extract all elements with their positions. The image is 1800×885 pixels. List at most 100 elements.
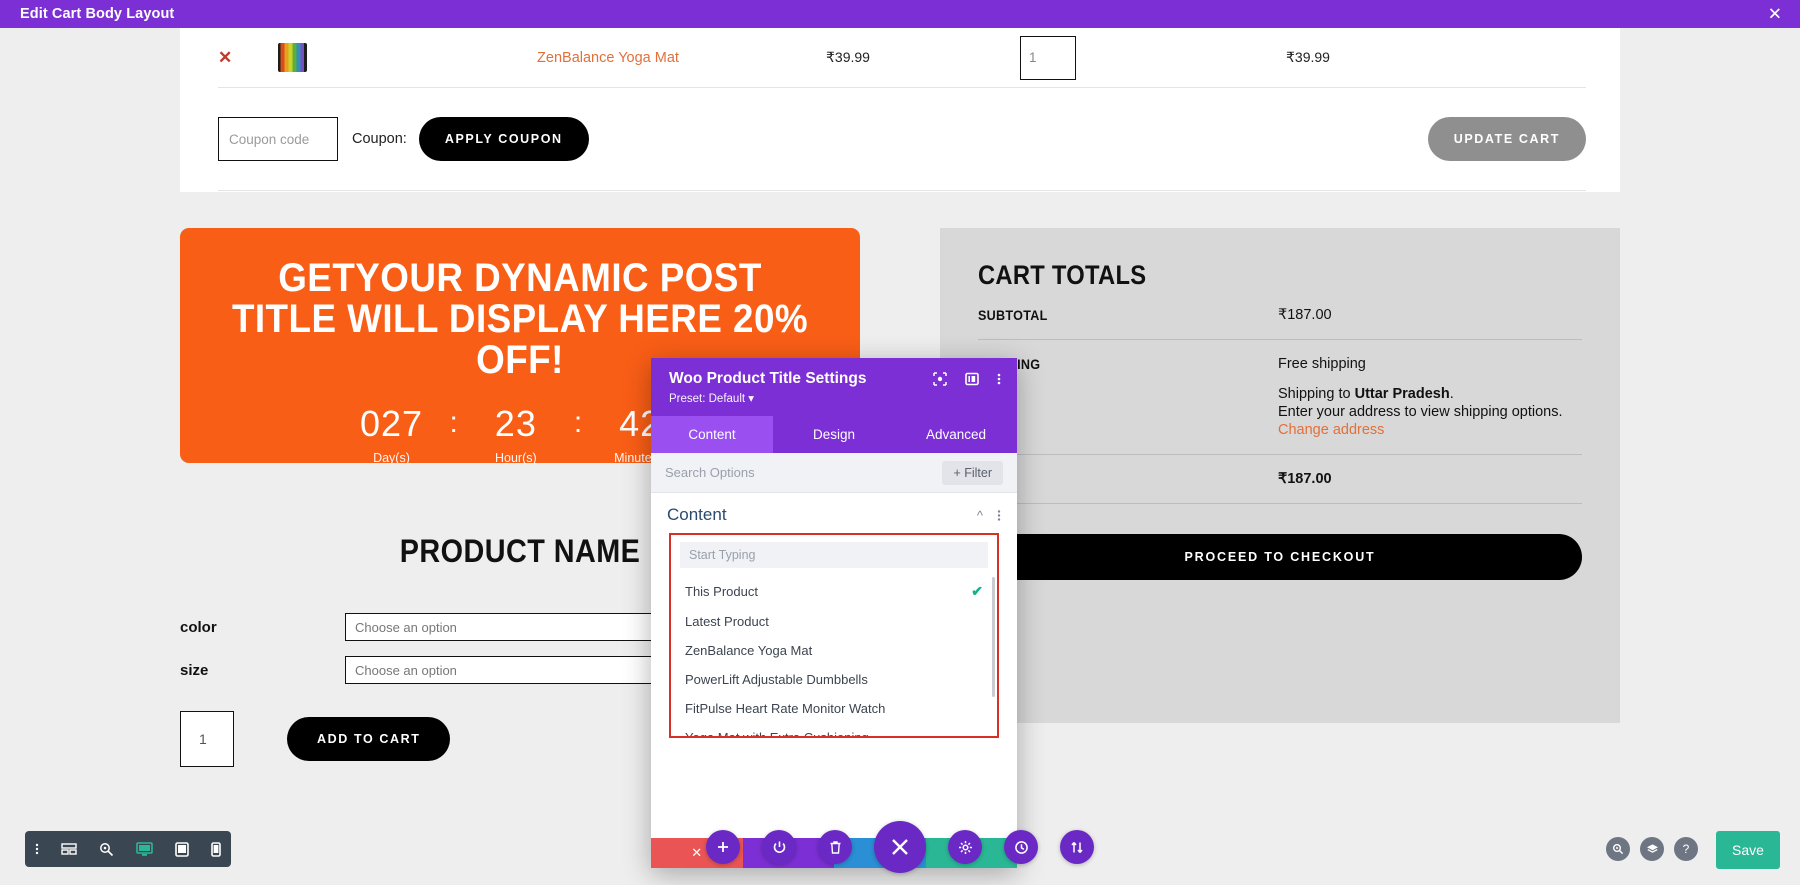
option-row-size: size Choose an option <box>180 656 655 684</box>
update-cart-button[interactable]: UPDATE CART <box>1428 117 1586 161</box>
change-address-link[interactable]: Change address <box>1278 422 1563 438</box>
preset-selector[interactable]: Preset: Default ▾ <box>669 391 999 405</box>
add-to-cart-row: 1 ADD TO CART <box>180 711 450 767</box>
modal-tabs: Content Design Advanced <box>651 416 1017 453</box>
trash-icon[interactable] <box>818 830 852 864</box>
cart-totals-panel: CART TOTALS SUBTOTAL ₹187.00 SHIPPING Fr… <box>940 228 1620 723</box>
quantity-stepper[interactable]: 1 <box>180 711 234 767</box>
modal-body: Content ^ This Product <box>651 493 1017 838</box>
desktop-icon[interactable] <box>132 842 157 857</box>
zoom-icon[interactable] <box>95 842 118 857</box>
coupon-row: Coupon: APPLY COUPON UPDATE CART <box>218 88 1586 191</box>
close-icon[interactable] <box>874 821 926 873</box>
save-button[interactable]: Save <box>1716 831 1780 869</box>
list-item-label: PowerLift Adjustable Dumbbells <box>685 672 983 687</box>
total-row: ₹187.00 <box>978 455 1582 504</box>
product-name-link[interactable]: ZenBalance Yoga Mat <box>458 50 758 66</box>
product-image <box>278 43 307 72</box>
dropdown-search-input[interactable] <box>689 548 979 562</box>
more-vertical-icon[interactable] <box>997 372 1001 386</box>
subtotal-value: ₹187.00 <box>1278 307 1332 323</box>
list-item[interactable]: Latest Product <box>671 607 997 636</box>
color-select[interactable]: Choose an option <box>345 613 655 641</box>
tab-advanced[interactable]: Advanced <box>895 416 1017 453</box>
shipping-to-prefix: Shipping to <box>1278 386 1355 402</box>
dropdown-list: This Product ✔ Latest Product ZenBalance… <box>671 572 997 738</box>
total-label <box>978 471 1248 487</box>
layers-icon[interactable] <box>1640 837 1664 861</box>
settings-gear-icon[interactable] <box>948 830 982 864</box>
list-item[interactable]: FitPulse Heart Rate Monitor Watch <box>671 694 997 723</box>
chevron-down-icon: ▾ <box>748 393 754 405</box>
tab-content[interactable]: Content <box>651 416 773 453</box>
check-icon: ✔ <box>971 583 983 600</box>
content-section-header: Content ^ <box>651 493 1017 533</box>
search-input[interactable] <box>665 465 942 480</box>
apply-coupon-button[interactable]: APPLY COUPON <box>419 117 589 161</box>
preset-label: Preset: Default <box>669 393 745 405</box>
shipping-hint: Enter your address to view shipping opti… <box>1278 404 1563 420</box>
coupon-input[interactable] <box>218 117 338 161</box>
device-toolbar <box>25 831 231 867</box>
total-value: ₹187.00 <box>1278 471 1332 487</box>
list-item[interactable]: Yoga Mat with Extra Cushioning <box>671 723 997 738</box>
line-subtotal: ₹39.99 <box>1158 49 1458 66</box>
table-row: ✕ ZenBalance Yoga Mat ₹39.99 1 ₹39.99 <box>218 28 1586 88</box>
timer-value: 027 <box>333 406 449 442</box>
add-to-cart-button[interactable]: ADD TO CART <box>287 717 450 761</box>
modal-header: Woo Product Title Settings Preset: Defau… <box>651 358 1017 416</box>
add-icon[interactable] <box>706 830 740 864</box>
cart-totals-heading: CART TOTALS <box>978 260 1510 291</box>
tab-design[interactable]: Design <box>773 416 895 453</box>
product-price: ₹39.99 <box>758 49 938 66</box>
product-thumbnail[interactable] <box>278 43 458 72</box>
shipping-region: Uttar Pradesh <box>1355 386 1450 402</box>
page-title: Edit Cart Body Layout <box>20 6 174 22</box>
size-select[interactable]: Choose an option <box>345 656 655 684</box>
list-item-label: Latest Product <box>685 614 983 629</box>
list-item[interactable]: PowerLift Adjustable Dumbbells <box>671 665 997 694</box>
coupon-label: Coupon: <box>352 131 407 147</box>
options-search-bar: + Filter <box>651 453 1017 493</box>
list-item-label: This Product <box>685 584 971 599</box>
history-clock-icon[interactable] <box>1004 830 1038 864</box>
list-item[interactable]: This Product ✔ <box>671 576 997 607</box>
proceed-to-checkout-button[interactable]: PROCEED TO CHECKOUT <box>978 534 1582 580</box>
more-vertical-icon[interactable] <box>31 842 43 856</box>
timer-unit-days: 027 Day(s) <box>333 406 449 463</box>
sort-icon[interactable] <box>1060 830 1094 864</box>
wireframe-icon[interactable] <box>57 842 81 856</box>
more-vertical-icon[interactable] <box>997 509 1001 522</box>
option-label: size <box>180 662 345 679</box>
product-source-dropdown: This Product ✔ Latest Product ZenBalance… <box>669 533 999 738</box>
timer-separator: : <box>449 406 457 441</box>
subtotal-row: SUBTOTAL ₹187.00 <box>978 291 1582 340</box>
close-icon[interactable]: ✕ <box>1768 6 1782 23</box>
help-icon[interactable]: ? <box>1674 837 1698 861</box>
dropdown-search <box>680 542 988 568</box>
power-icon[interactable] <box>762 830 796 864</box>
editor-action-buttons <box>706 821 1094 873</box>
option-row-color: color Choose an option <box>180 613 655 641</box>
scrollbar[interactable] <box>992 577 995 697</box>
phone-icon[interactable] <box>207 842 225 857</box>
shipping-label: SHIPPING <box>978 356 1248 438</box>
list-item-label: ZenBalance Yoga Mat <box>685 643 983 658</box>
cart-card: ✕ ZenBalance Yoga Mat ₹39.99 1 ₹39.99 Co… <box>180 28 1620 192</box>
shipping-to-suffix: . <box>1450 386 1454 402</box>
search-icon[interactable] <box>1606 837 1630 861</box>
modal-header-icons <box>933 372 1001 386</box>
list-item[interactable]: ZenBalance Yoga Mat <box>671 636 997 665</box>
timer-label: Hour(s) <box>458 451 574 463</box>
remove-item-icon[interactable]: ✕ <box>218 48 278 68</box>
target-icon[interactable] <box>933 372 947 386</box>
settings-modal: Woo Product Title Settings Preset: Defau… <box>651 358 1017 868</box>
chevron-up-icon[interactable]: ^ <box>977 508 983 523</box>
quantity-stepper[interactable]: 1 <box>1020 36 1076 80</box>
shipping-region-line: Shipping to Uttar Pradesh. <box>1278 386 1563 402</box>
page-canvas: ✕ ZenBalance Yoga Mat ₹39.99 1 ₹39.99 Co… <box>0 28 1800 885</box>
layout-panel-icon[interactable] <box>965 372 979 386</box>
filter-button[interactable]: + Filter <box>942 461 1003 485</box>
tablet-icon[interactable] <box>171 842 193 857</box>
timer-separator: : <box>574 406 582 441</box>
